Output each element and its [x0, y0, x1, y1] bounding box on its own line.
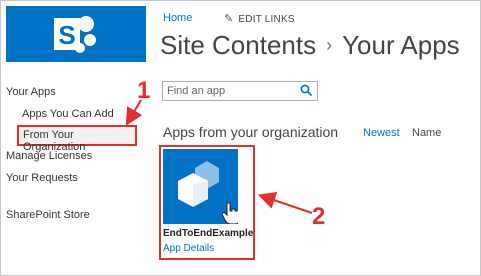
annotation-arrows [125, 99, 313, 215]
annotation-step-1: 1 [137, 77, 151, 104]
arrow-2 [257, 191, 313, 215]
annotation-step-2: 2 [312, 203, 326, 230]
